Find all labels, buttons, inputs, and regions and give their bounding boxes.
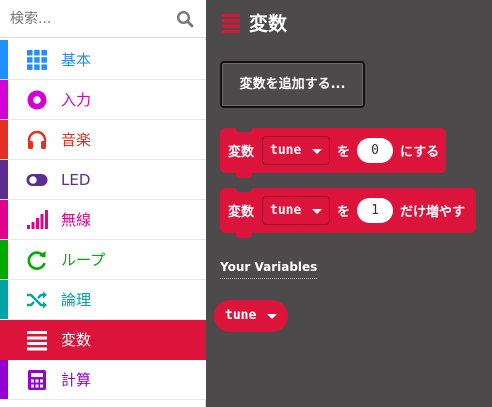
category-color-stripe — [0, 320, 8, 359]
caret-down-icon — [312, 149, 322, 154]
make-variable-button[interactable]: 変数を追加する... — [220, 61, 365, 108]
category-color-stripe — [0, 240, 8, 279]
category-color-stripe — [0, 120, 8, 159]
category-label: 無線 — [61, 211, 92, 229]
flyout-title: 変数 — [249, 13, 288, 35]
block-suffix: にする — [400, 145, 440, 160]
category-color-stripe — [0, 200, 8, 239]
block-notch — [236, 187, 252, 192]
change-variable-block[interactable]: 変数 tune を 1 だけ増やす — [220, 187, 476, 238]
category-loops[interactable]: ループ — [0, 240, 206, 280]
variable-dropdown-value: tune — [270, 203, 302, 218]
category-variables[interactable]: 変数 — [0, 320, 206, 360]
block-prefix: 変数 — [228, 145, 255, 160]
caret-down-icon — [267, 314, 277, 319]
list-icon — [27, 331, 47, 351]
value-input[interactable]: 0 — [357, 138, 393, 163]
category-math[interactable]: 計算 — [0, 360, 206, 400]
toggle-icon — [26, 174, 48, 186]
toolbox-sidebar: 基本 入力 音楽 LED — [0, 0, 206, 407]
variables-flyout: 変数 変数を追加する... 変数 tune を 0 にする 変数 tune を … — [206, 0, 492, 407]
category-label: 基本 — [61, 51, 92, 69]
category-label: ループ — [61, 251, 106, 269]
category-color-stripe — [0, 80, 8, 119]
grid-icon — [27, 50, 47, 70]
block-middle: を — [337, 145, 351, 160]
set-variable-block[interactable]: 変数 tune を 0 にする — [220, 127, 446, 178]
shuffle-icon — [27, 291, 47, 309]
category-led[interactable]: LED — [0, 160, 206, 200]
record-icon — [27, 90, 47, 110]
category-label: 論理 — [61, 291, 92, 309]
category-basic[interactable]: 基本 — [0, 40, 206, 80]
category-color-stripe — [0, 360, 8, 399]
variable-dropdown[interactable]: tune — [262, 136, 330, 165]
block-prefix: 変数 — [228, 205, 255, 220]
caret-down-icon — [312, 209, 322, 214]
category-color-stripe — [0, 160, 8, 199]
category-label: 変数 — [61, 331, 92, 349]
category-label: 入力 — [61, 91, 92, 109]
your-variables-heading: Your Variables — [220, 260, 318, 279]
category-music[interactable]: 音楽 — [0, 120, 206, 160]
variable-dropdown-value: tune — [270, 143, 302, 158]
category-logic[interactable]: 論理 — [0, 280, 206, 320]
block-middle: を — [337, 205, 351, 220]
category-label: 計算 — [61, 371, 92, 389]
category-label: 音楽 — [61, 131, 92, 149]
category-color-stripe — [0, 40, 8, 79]
refresh-icon — [27, 251, 46, 270]
calculator-icon — [28, 370, 46, 390]
list-icon — [222, 14, 240, 33]
signal-icon — [27, 210, 48, 229]
block-suffix: だけ増やす — [400, 205, 466, 220]
variable-name: tune — [225, 308, 257, 323]
block-tab — [236, 173, 252, 178]
category-label: LED — [61, 171, 91, 189]
category-radio[interactable]: 無線 — [0, 200, 206, 240]
headphones-icon — [27, 130, 47, 149]
search-icon[interactable] — [176, 10, 194, 28]
category-color-stripe — [0, 280, 8, 319]
value-input[interactable]: 1 — [357, 198, 393, 223]
toolbox-search — [0, 0, 206, 38]
search-input[interactable] — [10, 7, 160, 31]
block-notch — [236, 127, 252, 132]
category-input[interactable]: 入力 — [0, 80, 206, 120]
variable-dropdown[interactable]: tune — [262, 196, 330, 225]
block-tab — [236, 233, 252, 238]
variable-reporter-block[interactable]: tune — [214, 300, 288, 332]
